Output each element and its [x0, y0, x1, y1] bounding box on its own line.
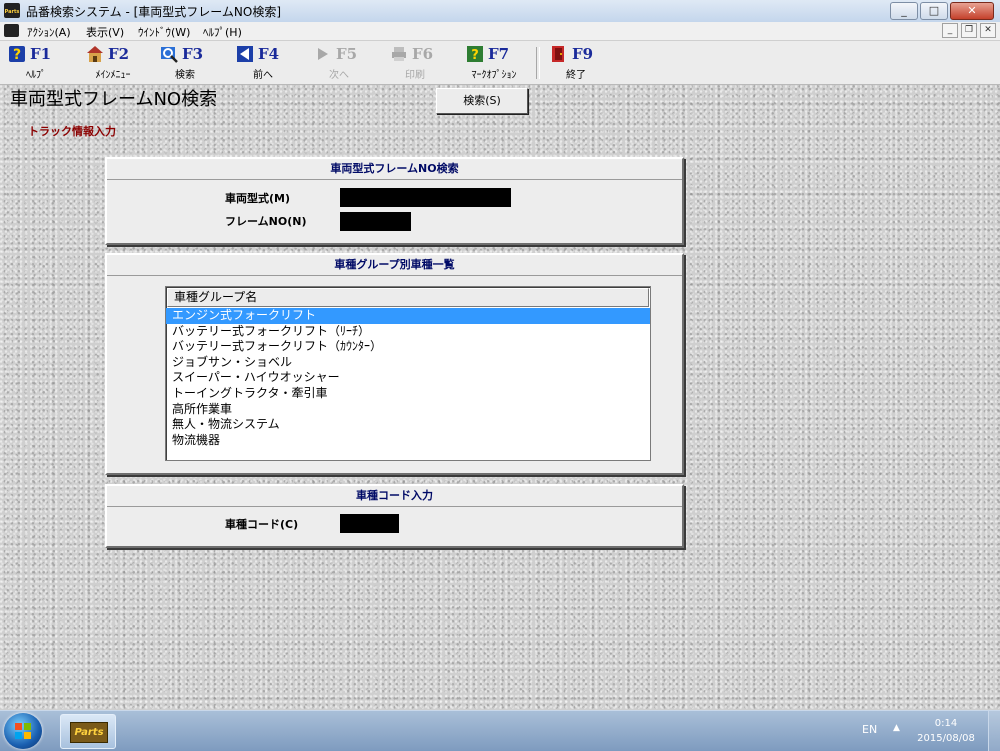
f9-label: 終了	[566, 70, 586, 81]
f7-mark-option-button[interactable]: ? F7 ﾏｰｸｵﾌﾟｼｮﾝ	[464, 44, 524, 82]
back-icon	[237, 46, 253, 62]
f2-code: F2	[108, 45, 130, 63]
exit-icon	[552, 46, 564, 62]
search-icon	[161, 47, 178, 63]
app-icon[interactable]: Parts	[4, 3, 20, 18]
f2-label: ﾒｲﾝﾒﾆｭｰ	[95, 70, 131, 81]
f5-label: 次へ	[329, 70, 349, 81]
vehicle-code-heading: 車種コード入力	[107, 486, 682, 507]
clock-date: 2015/08/08	[917, 733, 975, 744]
menu-view[interactable]: 表示(V)	[86, 24, 124, 40]
column-header[interactable]: 車種グループ名	[167, 288, 649, 307]
f4-label: 前へ	[253, 70, 273, 81]
search-button[interactable]: 検索(S)	[436, 88, 528, 114]
vehicle-code-input[interactable]	[340, 514, 399, 533]
frame-search-heading: 車両型式フレームNO検索	[107, 159, 682, 180]
f9-exit-button[interactable]: F9 終了	[550, 44, 602, 82]
model-input[interactable]	[340, 188, 511, 207]
tray-expand-icon[interactable]: ▲	[893, 723, 900, 733]
mdi-minimize-button[interactable]: _	[942, 23, 958, 38]
list-item[interactable]: バッテリー式フォークリフト（ﾘｰﾁ）	[166, 324, 650, 340]
list-item[interactable]: トーイングトラクタ・牽引車	[166, 386, 650, 402]
frame-no-input[interactable]	[340, 212, 411, 231]
close-button[interactable]: ✕	[950, 2, 994, 20]
mdi-workspace: 車両型式フレームNO検索 検索(S) トラック情報入力 車両型式フレームNO検索…	[0, 85, 1000, 710]
f6-label: 印刷	[405, 70, 425, 81]
section-label: トラック情報入力	[28, 125, 116, 138]
f3-code: F3	[182, 45, 204, 63]
mark-option-icon: ?	[467, 46, 483, 63]
f7-code: F7	[488, 45, 510, 63]
f3-search-button[interactable]: F3 検索	[160, 44, 210, 82]
help-icon: ?	[9, 46, 25, 63]
taskbar: Parts EN ▲ 0:14 2015/08/08	[0, 710, 1000, 751]
f9-code: F9	[572, 45, 594, 63]
menu-bar: ｱｸｼｮﾝ(A) 表示(V) ｳｲﾝﾄﾞｳ(W) ﾍﾙﾌﾟ(H) _ ❐ ✕	[0, 22, 1000, 41]
main-menu-icon	[87, 46, 103, 62]
toolbar-separator	[536, 47, 540, 79]
mdi-close-button[interactable]: ✕	[980, 23, 996, 38]
frame-search-panel: 車両型式フレームNO検索 車両型式(M) フレームNO(N)	[105, 157, 684, 245]
function-key-toolbar: ? F1 ﾍﾙﾌﾟ F2 ﾒｲﾝﾒﾆｭｰ F3 検索 F4 前へ F5 次へ F…	[0, 41, 1000, 85]
start-button[interactable]	[4, 713, 42, 749]
show-desktop-button[interactable]	[988, 711, 1000, 751]
f6-code: F6	[412, 45, 434, 63]
svg-text:?: ?	[471, 48, 479, 63]
list-item[interactable]: 無人・物流システム	[166, 417, 650, 433]
document-icon[interactable]	[4, 24, 19, 37]
clock-time: 0:14	[934, 718, 958, 729]
minimize-button[interactable]: _	[890, 2, 918, 20]
taskbar-app-button[interactable]: Parts	[60, 714, 116, 749]
list-item[interactable]: ジョブサン・ショベル	[166, 355, 650, 371]
f5-next-button[interactable]: F5 次へ	[314, 44, 364, 82]
title-bar: Parts 品番検索システム - [車両型式フレームNO検索] _ □ ✕	[0, 0, 1000, 23]
list-item[interactable]: スイーパー・ハイウオッシャー	[166, 370, 650, 386]
f4-code: F4	[258, 45, 280, 63]
page-title: 車両型式フレームNO検索	[10, 89, 218, 110]
next-icon	[318, 48, 328, 60]
clock[interactable]: 0:14 2015/08/08	[914, 716, 978, 746]
vehicle-code-label: 車種コード(C)	[225, 518, 299, 531]
f7-label: ﾏｰｸｵﾌﾟｼｮﾝ	[471, 70, 517, 81]
f1-help-button[interactable]: ? F1 ﾍﾙﾌﾟ	[8, 44, 64, 82]
list-item[interactable]: バッテリー式フォークリフト（ｶｳﾝﾀｰ）	[166, 339, 650, 355]
menu-help[interactable]: ﾍﾙﾌﾟ(H)	[203, 24, 242, 40]
mdi-controls: _ ❐ ✕	[939, 23, 996, 38]
f4-back-button[interactable]: F4 前へ	[236, 44, 290, 82]
vehicle-group-panel: 車種グループ別車種一覧 車種グループ名 エンジン式フォークリフト バッテリー式フ…	[105, 253, 684, 475]
f2-main-menu-button[interactable]: F2 ﾒｲﾝﾒﾆｭｰ	[80, 44, 146, 82]
language-indicator[interactable]: EN	[862, 723, 877, 736]
vehicle-code-panel: 車種コード入力 車種コード(C)	[105, 484, 684, 548]
vehicle-group-heading: 車種グループ別車種一覧	[107, 255, 682, 276]
menu-action[interactable]: ｱｸｼｮﾝ(A)	[27, 24, 71, 40]
f5-code: F5	[336, 45, 358, 63]
model-label: 車両型式(M)	[225, 192, 291, 205]
f3-label: 検索	[175, 70, 195, 81]
app-icon-text: Parts	[4, 9, 20, 15]
mdi-restore-button[interactable]: ❐	[961, 23, 977, 38]
f1-label: ﾍﾙﾌﾟ	[26, 70, 46, 81]
frame-no-label: フレームNO(N)	[225, 215, 307, 228]
vehicle-group-listbox[interactable]: 車種グループ名 エンジン式フォークリフト バッテリー式フォークリフト（ﾘｰﾁ） …	[165, 286, 651, 461]
parts-app-icon: Parts	[70, 722, 108, 743]
window-controls: _ □ ✕	[888, 2, 994, 20]
maximize-button[interactable]: □	[920, 2, 948, 20]
window-title: 品番検索システム - [車両型式フレームNO検索]	[26, 5, 282, 19]
list-item[interactable]: 高所作業車	[166, 402, 650, 418]
list-item[interactable]: エンジン式フォークリフト	[166, 308, 650, 324]
print-icon	[392, 47, 406, 61]
f6-print-button[interactable]: F6 印刷	[390, 44, 440, 82]
menu-window[interactable]: ｳｲﾝﾄﾞｳ(W)	[138, 24, 190, 40]
f1-code: F1	[30, 45, 52, 63]
svg-text:?: ?	[13, 47, 21, 63]
list-item[interactable]: 物流機器	[166, 433, 650, 449]
